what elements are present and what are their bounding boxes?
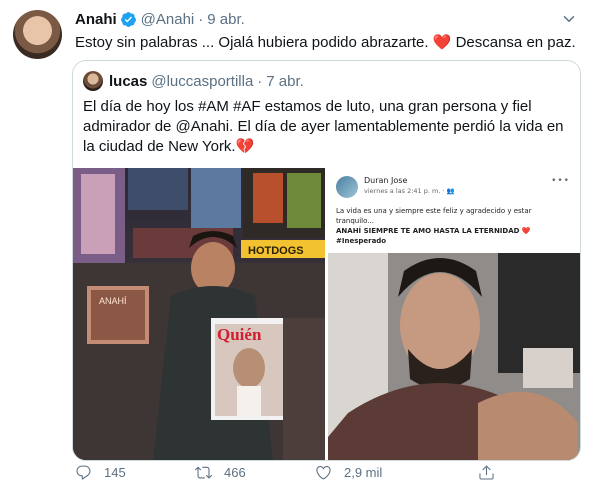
author-avatar[interactable] [13, 10, 62, 59]
fb-author-name: Duran Jose [364, 176, 408, 185]
caret-down-icon[interactable] [560, 10, 578, 28]
fb-line-bold: ANAHÍ SIEMPRE TE AMO HASTA LA ETERNIDAD … [336, 227, 531, 235]
share-icon [479, 465, 494, 480]
heart-emoji: ❤️ [432, 34, 452, 51]
like-button[interactable]: 2,9 mil [315, 464, 382, 481]
tweet-text: Estoy sin palabras ... Ojalá hubiera pod… [75, 33, 576, 53]
fb-post-meta-text: viernes a las 2:41 p. m. · [364, 187, 447, 195]
like-count: 2,9 mil [344, 465, 383, 480]
magazine-title: Quién [217, 325, 262, 344]
tweet-text-end: Descansa en paz. [451, 34, 576, 51]
retweet-button[interactable]: 466 [195, 464, 246, 481]
reply-count: 145 [104, 465, 126, 480]
fb-post-body: La vida es una y siempre este feliz y ag… [336, 206, 574, 246]
verified-badge-icon [120, 11, 136, 27]
reply-button[interactable]: 145 [75, 464, 126, 481]
quoted-author-name: lucas [109, 72, 148, 90]
times-square-illustration: HOTDOGS ANAHÍ Quién [73, 168, 325, 460]
like-icon [316, 465, 331, 480]
quoted-text-line-2: admirador de @Anahi. El día de ayer lame… [83, 118, 564, 135]
quoted-separator-dot: · [257, 72, 263, 90]
tweet-header: Anahi @Anahi · 9 abr. [75, 9, 245, 29]
reply-icon [76, 465, 91, 480]
quoted-text-line-3-text: la ciudad de New York. [83, 138, 236, 155]
tweet-date[interactable]: 9 abr. [207, 11, 245, 28]
selfie-illustration [328, 253, 580, 460]
author-name[interactable]: Anahi [75, 11, 117, 28]
quoted-avatar [83, 71, 103, 91]
tweet: Anahi @Anahi · 9 abr. Estoy sin palabras… [0, 0, 594, 492]
quoted-header: lucas @luccasportilla · 7 abr. [83, 71, 304, 91]
friends-icon: 👥 [446, 187, 455, 195]
broken-heart-emoji: 💔 [235, 138, 255, 155]
fb-line-2: tranquilo... [336, 217, 374, 225]
tweet-text-main: Estoy sin palabras ... Ojalá hubiera pod… [75, 34, 433, 51]
quoted-text-line-3: la ciudad de New York.💔 [83, 137, 573, 157]
quoted-author-handle: @luccasportilla [151, 72, 254, 90]
quoted-date: 7 abr. [266, 72, 304, 90]
fb-hashtag: #Inesperado [336, 237, 387, 245]
photo-times-square[interactable]: HOTDOGS ANAHÍ Quién [73, 168, 325, 460]
fb-post-meta: viernes a las 2:41 p. m. · 👥 [364, 187, 455, 195]
quoted-tweet[interactable]: lucas @luccasportilla · 7 abr. El día de… [72, 60, 581, 461]
separator-dot: · [198, 10, 204, 28]
quoted-text-line-1: El día de hoy los #AM #AF estamos de lut… [83, 98, 532, 115]
fb-line-1: La vida es una y siempre este feliz y ag… [336, 207, 532, 215]
action-bar: 145 466 2,9 mil [75, 462, 555, 486]
album-title: ANAHÍ [99, 296, 127, 306]
more-icon: ••• [551, 176, 570, 186]
quoted-text: El día de hoy los #AM #AF estamos de lut… [83, 97, 573, 157]
share-button[interactable] [478, 464, 507, 481]
quoted-media: HOTDOGS ANAHÍ Quién Duran Jose viernes a… [73, 168, 580, 460]
photo-facebook-post[interactable]: Duran Jose viernes a las 2:41 p. m. · 👥 … [328, 168, 580, 460]
hotdogs-sign: HOTDOGS [248, 245, 304, 257]
author-handle[interactable]: @Anahi [141, 11, 195, 28]
embedded-facebook-post: Duran Jose viernes a las 2:41 p. m. · 👥 … [328, 168, 580, 253]
retweet-count: 466 [224, 465, 246, 480]
retweet-icon [195, 466, 212, 479]
fb-author-avatar [336, 176, 358, 198]
